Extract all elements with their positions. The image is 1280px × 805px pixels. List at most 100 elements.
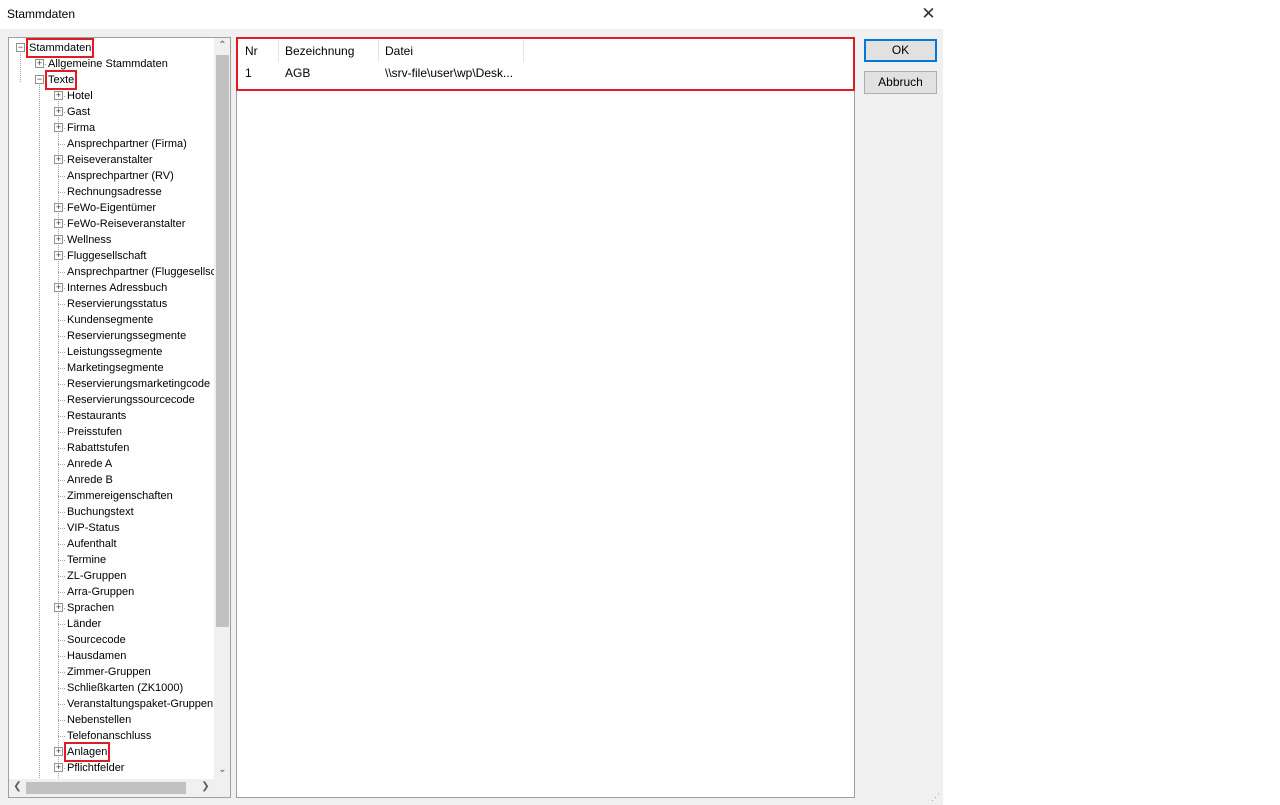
tree-node-label: Leistungssegmente	[67, 346, 163, 358]
scroll-corner	[214, 779, 230, 797]
tree-node-label: Telefonanschluss	[67, 730, 152, 742]
tree-node-label: Hotel	[67, 90, 93, 102]
tree-connector	[58, 384, 65, 385]
title-bar: Stammdaten ✕	[0, 0, 943, 29]
tree-node-label: Internes Adressbuch	[67, 282, 168, 294]
tree-node-label: Länder	[67, 618, 102, 630]
tree-node-label: VIP-Status	[67, 522, 120, 534]
tree-node-label: Anlagen	[63, 742, 111, 762]
tree-connector	[58, 320, 65, 321]
tree-connector	[58, 736, 65, 737]
tree-vertical-scroll-thumb[interactable]	[216, 55, 229, 627]
expand-icon[interactable]: +	[54, 203, 63, 212]
expand-icon[interactable]: +	[54, 107, 63, 116]
tree-connector	[20, 48, 21, 82]
expand-icon[interactable]: +	[54, 219, 63, 228]
tree-node-label: Rechnungsadresse	[67, 186, 162, 198]
column-header-bezeichnung[interactable]: Bezeichnung	[285, 44, 354, 64]
resize-grip-icon[interactable]: ⋰	[931, 792, 940, 803]
tree-horizontal-scroll-thumb[interactable]	[26, 782, 186, 794]
tree-node-label: Pflichtfelder	[67, 762, 125, 774]
tree-connector	[58, 480, 65, 481]
tree-node-label: Ansprechpartner (RV)	[67, 170, 174, 182]
column-header-nr[interactable]: Nr	[245, 44, 258, 64]
tree-node-label: Buchungstext	[67, 506, 134, 518]
tree-connector	[58, 720, 65, 721]
tree-connector	[58, 688, 65, 689]
tree-node-label: Sourcecode	[67, 634, 126, 646]
tree-connector	[58, 496, 65, 497]
close-icon[interactable]: ✕	[914, 0, 943, 29]
tree-node-label: Hausdamen	[67, 650, 127, 662]
cancel-button[interactable]: Abbruch	[864, 71, 937, 94]
column-header-datei[interactable]: Datei	[385, 44, 413, 64]
tree-connector	[58, 432, 65, 433]
tree-node-label: Zimmer-Gruppen	[67, 666, 151, 678]
tree-node-label: Marketingsegmente	[67, 362, 164, 374]
tree-node-label: Restaurants	[67, 410, 127, 422]
tree-node-label: Anrede A	[67, 458, 113, 470]
cell-bezeichnung: AGB	[285, 66, 311, 80]
tree-connector	[58, 544, 65, 545]
expand-icon[interactable]: +	[54, 123, 63, 132]
column-separator[interactable]	[378, 40, 379, 62]
tree-node-label: ZL-Gruppen	[67, 570, 127, 582]
cell-nr: 1	[245, 66, 252, 80]
stammdaten-tree[interactable]: − Stammdaten + Allgemeine Stammdaten − Texte +…	[8, 37, 231, 798]
tree-connector	[58, 368, 65, 369]
attachments-list[interactable]: Nr Bezeichnung Datei 1 AGB \\srv-file\us…	[236, 37, 855, 798]
scroll-down-icon[interactable]: ⌄	[214, 764, 230, 775]
tree-node-label: Ansprechpartner (Firma)	[67, 138, 187, 150]
tree-connector	[58, 560, 65, 561]
tree-connector	[58, 176, 65, 177]
tree-horizontal-scrollbar[interactable]: ❮ ❯	[9, 779, 214, 797]
tree-node-label: Reservierungssourcecode	[67, 394, 195, 406]
ok-button[interactable]: OK	[864, 39, 937, 62]
tree-connector	[58, 640, 65, 641]
tree-connector	[58, 448, 65, 449]
expand-icon[interactable]: +	[54, 91, 63, 100]
tree-connector	[58, 512, 65, 513]
tree-vertical-scrollbar[interactable]: ⌃ ⌄	[214, 38, 230, 779]
scroll-right-icon[interactable]: ❯	[197, 781, 214, 792]
tree-connector	[58, 192, 65, 193]
tree-node-label: Reservierungsstatus	[67, 298, 168, 310]
expand-icon[interactable]: +	[54, 235, 63, 244]
tree-node-label: Nebenstellen	[67, 714, 132, 726]
tree-connector	[58, 272, 65, 273]
expand-icon[interactable]: +	[54, 283, 63, 292]
expand-icon[interactable]: +	[54, 747, 63, 756]
tree-connector	[58, 576, 65, 577]
tree-node-label: Kundensegmente	[67, 314, 154, 326]
tree-node-label: Aufenthalt	[67, 538, 117, 550]
tree-node-label: Reservierungssegmente	[67, 330, 187, 342]
expand-icon[interactable]: +	[35, 59, 44, 68]
tree-node-label: Schließkarten (ZK1000)	[67, 682, 184, 694]
tree-node-label: Preisstufen	[67, 426, 123, 438]
scroll-up-icon[interactable]: ⌃	[214, 40, 230, 51]
expand-icon[interactable]: +	[54, 251, 63, 260]
expand-icon[interactable]: +	[54, 603, 63, 612]
tree-node-label: Texte	[44, 70, 78, 90]
column-separator[interactable]	[278, 40, 279, 62]
collapse-icon[interactable]: −	[16, 43, 25, 52]
tree-connector	[39, 82, 40, 782]
column-separator[interactable]	[523, 40, 524, 62]
expand-icon[interactable]: +	[54, 155, 63, 164]
tree-connector	[58, 144, 65, 145]
tree-node-label: Gast	[67, 106, 91, 118]
cell-datei: \\srv-file\user\wp\Desk...	[385, 66, 514, 80]
collapse-icon[interactable]: −	[35, 75, 44, 84]
tree-connector	[58, 528, 65, 529]
tree-connector	[58, 704, 65, 705]
tree-node-label: Zimmereigenschaften	[67, 490, 173, 502]
tree-connector	[58, 592, 65, 593]
tree-node-label: Arra-Gruppen	[67, 586, 135, 598]
tree-connector	[58, 672, 65, 673]
expand-icon[interactable]: +	[54, 763, 63, 772]
scroll-left-icon[interactable]: ❮	[9, 781, 26, 792]
stammdaten-dialog: Stammdaten ✕ − Stammdaten + Allgemeine Stam…	[0, 0, 943, 805]
tree-connector	[58, 352, 65, 353]
tree-connector	[58, 656, 65, 657]
tree-node-label: Termine	[67, 554, 107, 566]
